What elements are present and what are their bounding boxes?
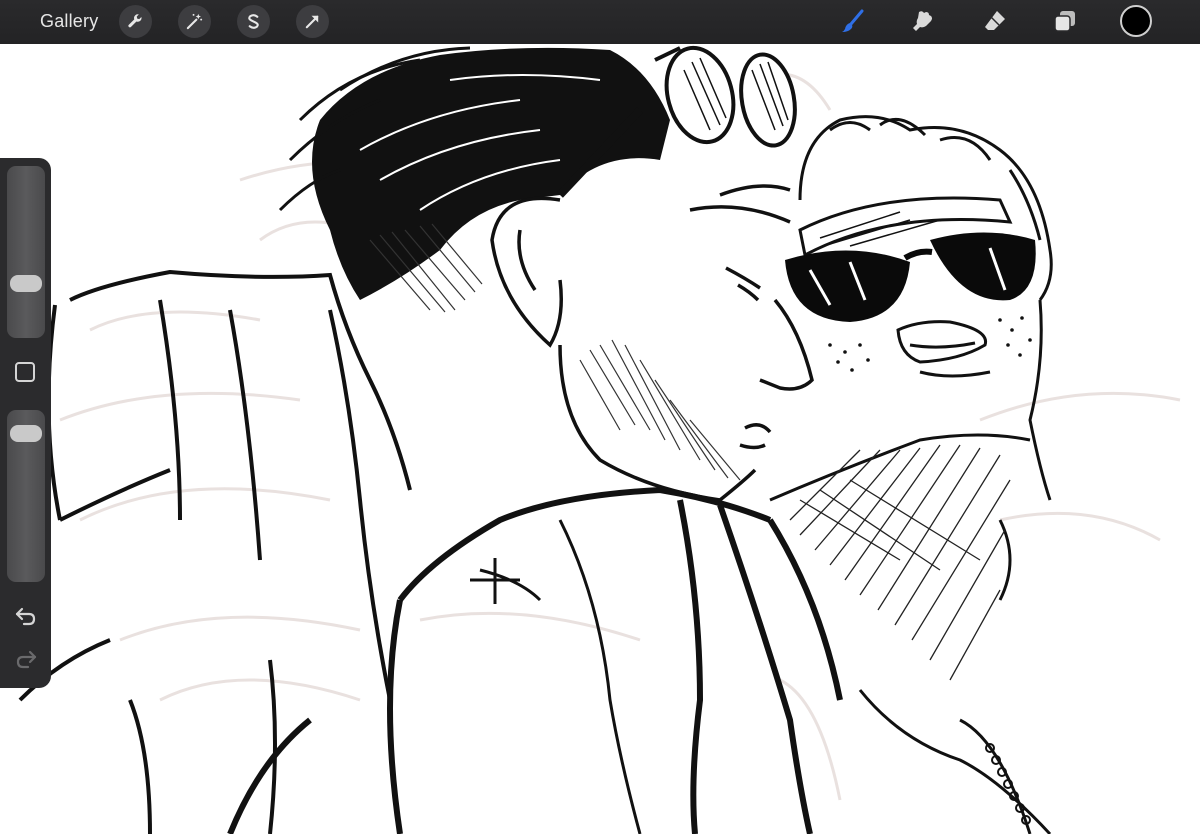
layers-icon	[1054, 11, 1075, 32]
eraser-icon	[985, 11, 1005, 30]
top-toolbar: Gallery	[0, 0, 1200, 44]
modify-button[interactable]	[15, 362, 35, 382]
brush-size-thumb[interactable]	[10, 274, 42, 292]
layers-button[interactable]	[1050, 6, 1080, 36]
selection-button[interactable]	[237, 5, 270, 38]
brush-opacity-thumb[interactable]	[10, 424, 42, 442]
eraser-tool-button[interactable]	[980, 6, 1010, 36]
brush-sidebar	[0, 158, 51, 688]
magic-wand-icon	[186, 13, 203, 30]
redo-icon[interactable]	[14, 648, 38, 670]
color-picker-button[interactable]	[1120, 5, 1152, 37]
smudge-tool-button[interactable]	[908, 6, 938, 36]
brush-tool-button[interactable]	[838, 6, 868, 36]
brush-size-slider[interactable]	[7, 166, 45, 338]
gallery-button[interactable]: Gallery	[40, 11, 98, 32]
wrench-icon	[128, 14, 142, 28]
undo-icon[interactable]	[14, 605, 38, 627]
drawing-canvas[interactable]	[0, 44, 1200, 834]
adjustments-button[interactable]	[178, 5, 211, 38]
brush-opacity-slider[interactable]	[7, 410, 45, 582]
smudge-icon	[913, 11, 932, 31]
transform-arrow-icon	[305, 15, 319, 29]
transform-button[interactable]	[296, 5, 329, 38]
brush-icon	[842, 9, 864, 32]
selection-s-icon	[248, 14, 259, 29]
sketch-artwork	[0, 44, 1200, 834]
actions-button[interactable]	[119, 5, 152, 38]
